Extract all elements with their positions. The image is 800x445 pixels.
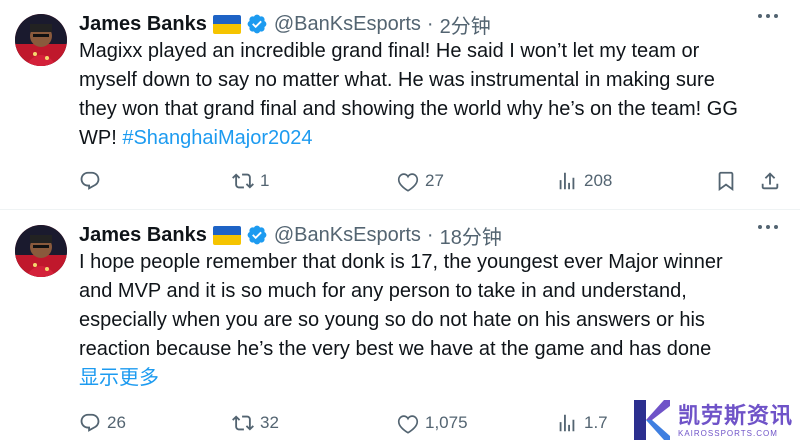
tweet-text-fragment: WP! bbox=[79, 127, 123, 149]
reply-button[interactable] bbox=[79, 168, 107, 194]
reply-icon bbox=[80, 171, 100, 190]
bookmark-button[interactable] bbox=[715, 168, 737, 194]
share-icon bbox=[761, 172, 779, 190]
tweet-text: Magixx played an incredible grand final!… bbox=[79, 37, 779, 153]
divider bbox=[0, 209, 800, 210]
retweet-button[interactable]: 1 bbox=[232, 168, 269, 194]
retweet-icon bbox=[232, 415, 254, 431]
reply-count: 26 bbox=[107, 413, 126, 432]
retweet-count: 1 bbox=[260, 171, 270, 190]
bookmark-icon bbox=[718, 171, 734, 192]
show-more-link[interactable]: 显示更多 bbox=[79, 364, 779, 393]
watermark-domain: KAIROSSPORTS.COM bbox=[678, 428, 778, 438]
like-button[interactable]: 1,075 bbox=[397, 410, 468, 436]
verified-badge-icon[interactable] bbox=[246, 13, 268, 35]
separator: · bbox=[426, 223, 434, 246]
kairos-logo-icon bbox=[634, 400, 670, 440]
reply-icon bbox=[80, 413, 100, 432]
like-count: 1,075 bbox=[425, 413, 468, 432]
author-handle[interactable]: @BanKsEsports bbox=[274, 224, 421, 247]
analytics-icon bbox=[559, 172, 575, 190]
tweet-header: James Banks @BanKsEsports · 18分钟 bbox=[79, 221, 502, 250]
watermark: 凯劳斯资讯 KAIROSSPORTS.COM bbox=[620, 395, 800, 445]
retweet-count: 32 bbox=[260, 413, 279, 432]
ukraine-flag-icon bbox=[212, 14, 241, 34]
tweet-text-line: especially when you are so young so do n… bbox=[79, 309, 705, 331]
tweet-text-line: I hope people remember that donk is 17, … bbox=[79, 251, 723, 273]
action-bar: 1 27 208 bbox=[79, 168, 789, 194]
heart-icon bbox=[397, 415, 419, 434]
author-handle[interactable]: @BanKsEsports bbox=[274, 13, 421, 36]
tweet-text: I hope people remember that donk is 17, … bbox=[79, 248, 779, 393]
like-count: 27 bbox=[425, 171, 444, 190]
tweet-text-line: they won that grand final and showing th… bbox=[79, 98, 738, 120]
watermark-name: 凯劳斯资讯 bbox=[678, 402, 794, 428]
views-button[interactable]: 208 bbox=[556, 168, 612, 194]
timestamp[interactable]: 18分钟 bbox=[440, 221, 502, 250]
avatar[interactable] bbox=[15, 225, 67, 277]
retweet-icon bbox=[232, 173, 254, 189]
reply-button[interactable]: 26 bbox=[79, 410, 126, 436]
tweet-text-line: WP! #ShanghaiMajor2024 bbox=[79, 124, 779, 153]
heart-icon bbox=[397, 173, 419, 192]
tweet-text-line: myself down to say no matter what. He wa… bbox=[79, 69, 715, 91]
tweet-text-line: Magixx played an incredible grand final!… bbox=[79, 40, 700, 62]
views-count: 1.7 bbox=[584, 413, 608, 432]
verified-badge-icon[interactable] bbox=[246, 224, 268, 246]
separator: · bbox=[426, 12, 434, 35]
tweet-header: James Banks @BanKsEsports · 2分钟 bbox=[79, 10, 491, 39]
author-name[interactable]: James Banks bbox=[79, 13, 207, 36]
author-name[interactable]: James Banks bbox=[79, 224, 207, 247]
more-icon[interactable] bbox=[758, 14, 778, 18]
like-button[interactable]: 27 bbox=[397, 168, 444, 194]
retweet-button[interactable]: 32 bbox=[232, 410, 279, 436]
tweet[interactable]: James Banks @BanKsEsports · 2分钟 Magixx p… bbox=[0, 0, 800, 210]
tweet-text-line: and MVP and it is so much for any person… bbox=[79, 280, 687, 302]
timestamp[interactable]: 2分钟 bbox=[440, 10, 491, 39]
analytics-icon bbox=[559, 414, 575, 432]
ukraine-flag-icon bbox=[212, 225, 241, 245]
tweet-text-line: reaction because he’s the very best we h… bbox=[79, 338, 712, 360]
avatar[interactable] bbox=[15, 14, 67, 66]
more-icon[interactable] bbox=[758, 225, 778, 229]
views-button[interactable]: 1.7 bbox=[556, 410, 608, 436]
views-count: 208 bbox=[584, 171, 613, 190]
hashtag-link[interactable]: #ShanghaiMajor2024 bbox=[122, 127, 312, 149]
share-button[interactable] bbox=[759, 168, 781, 194]
